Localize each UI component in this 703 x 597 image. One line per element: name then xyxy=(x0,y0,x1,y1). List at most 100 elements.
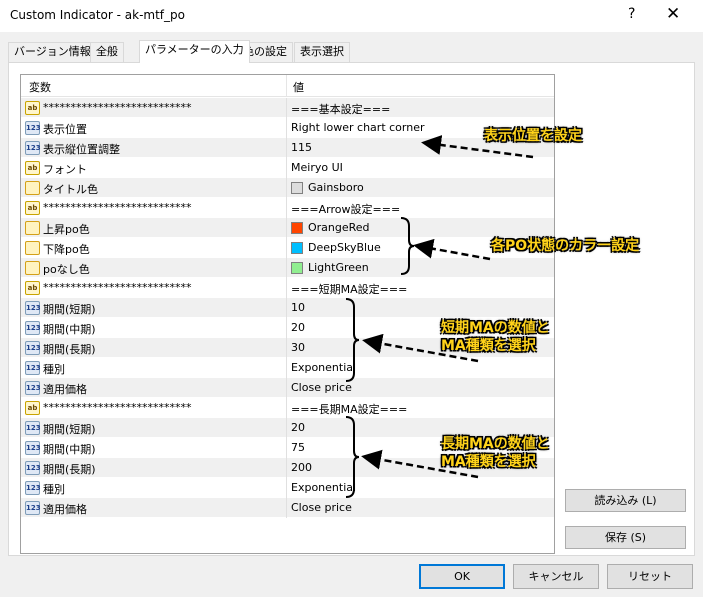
param-row[interactable]: ab *************************** ===基本設定=== xyxy=(21,98,554,118)
param-row[interactable]: 123 表示縦位置調整 115 xyxy=(21,138,554,158)
cell-divider xyxy=(286,238,287,258)
param-name: 期間(長期) xyxy=(43,463,96,476)
param-value[interactable]: ===短期MA設定=== xyxy=(291,281,407,297)
param-name: *************************** xyxy=(43,401,192,414)
number-type-icon: 123 xyxy=(25,121,41,135)
param-name: タイトル色 xyxy=(43,183,98,196)
param-row[interactable]: 123 種別 Exponential xyxy=(21,358,554,378)
column-variable: 変数 xyxy=(29,81,51,94)
column-value: 値 xyxy=(293,81,304,94)
param-value[interactable]: Close price xyxy=(291,381,352,394)
number-type-icon: 123 xyxy=(25,421,41,435)
cancel-button[interactable]: キャンセル xyxy=(513,564,599,589)
column-divider xyxy=(286,75,287,97)
annotation-position: 表示位置を設定 xyxy=(484,128,582,144)
cell-divider xyxy=(286,498,287,518)
cell-divider xyxy=(286,218,287,238)
param-row[interactable]: 123 適用価格 Close price xyxy=(21,498,554,518)
cell-divider xyxy=(286,378,287,398)
param-value[interactable]: Right lower chart corner xyxy=(291,121,425,134)
param-row[interactable]: 123 適用価格 Close price xyxy=(21,378,554,398)
string-type-icon: ab xyxy=(25,161,40,175)
tab-parameters[interactable]: パラメーターの入力 xyxy=(139,40,250,63)
param-value[interactable]: ===基本設定=== xyxy=(291,101,390,117)
param-name: 期間(中期) xyxy=(43,323,96,336)
tab-version[interactable]: バージョン情報 xyxy=(8,42,97,62)
ok-button[interactable]: OK xyxy=(419,564,505,589)
param-name: 表示縦位置調整 xyxy=(43,143,120,156)
cell-divider xyxy=(286,118,287,138)
param-value[interactable]: Gainsboro xyxy=(308,181,364,194)
color-swatch[interactable] xyxy=(291,262,303,274)
cell-divider xyxy=(286,458,287,478)
param-name: 期間(中期) xyxy=(43,443,96,456)
param-name: 適用価格 xyxy=(43,503,87,516)
param-value[interactable]: 20 xyxy=(291,321,305,334)
param-value[interactable]: OrangeRed xyxy=(308,221,370,234)
cell-divider xyxy=(286,138,287,158)
color-type-icon xyxy=(25,181,40,195)
param-name: poなし色 xyxy=(43,263,90,276)
color-swatch[interactable] xyxy=(291,182,303,194)
color-type-icon xyxy=(25,261,40,275)
save-button[interactable]: 保存 (S) xyxy=(565,526,686,549)
param-name: *************************** xyxy=(43,201,192,214)
grid-header: 変数 値 xyxy=(21,75,554,97)
param-row[interactable]: 123 種別 Exponential xyxy=(21,478,554,498)
param-row[interactable]: 123 期間(短期) 10 xyxy=(21,298,554,318)
param-row[interactable]: ab フォント Meiryo UI xyxy=(21,158,554,178)
tab-general[interactable]: 全般 xyxy=(90,42,124,62)
cell-divider xyxy=(286,338,287,358)
param-name: 上昇po色 xyxy=(43,223,90,236)
string-type-icon: ab xyxy=(25,201,40,215)
param-row[interactable]: 上昇po色 OrangeRed xyxy=(21,218,554,238)
string-type-icon: ab xyxy=(25,101,40,115)
param-value[interactable]: LightGreen xyxy=(308,261,369,274)
title-bar: Custom Indicator - ak-mtf_po ? ✕ xyxy=(0,0,703,32)
param-row[interactable]: 下降po色 DeepSkyBlue xyxy=(21,238,554,258)
load-button[interactable]: 読み込み (L) xyxy=(565,489,686,512)
param-name: 表示位置 xyxy=(43,123,87,136)
param-name: 下降po色 xyxy=(43,243,90,256)
param-value[interactable]: ===Arrow設定=== xyxy=(291,201,400,217)
param-value[interactable]: 20 xyxy=(291,421,305,434)
param-name: 期間(短期) xyxy=(43,303,96,316)
reset-button[interactable]: リセット xyxy=(607,564,693,589)
param-value[interactable]: 115 xyxy=(291,141,312,154)
number-type-icon: 123 xyxy=(25,381,41,395)
param-value[interactable]: Meiryo UI xyxy=(291,161,343,174)
param-value[interactable]: 30 xyxy=(291,341,305,354)
color-type-icon xyxy=(25,241,40,255)
param-row[interactable]: poなし色 LightGreen xyxy=(21,258,554,278)
param-row[interactable]: ab *************************** ===Arrow設定=… xyxy=(21,198,554,218)
close-button[interactable]: ✕ xyxy=(666,4,680,24)
cell-divider xyxy=(286,478,287,498)
number-type-icon: 123 xyxy=(25,481,41,495)
param-value[interactable]: 200 xyxy=(291,461,312,474)
param-value[interactable]: Exponential xyxy=(291,481,356,494)
param-row[interactable]: 123 表示位置 Right lower chart corner xyxy=(21,118,554,138)
color-swatch[interactable] xyxy=(291,222,303,234)
string-type-icon: ab xyxy=(25,401,40,415)
param-value[interactable]: ===長期MA設定=== xyxy=(291,401,407,417)
param-row[interactable]: ab *************************** ===長期MA設定==… xyxy=(21,398,554,418)
param-name: *************************** xyxy=(43,101,192,114)
tab-visualization[interactable]: 表示選択 xyxy=(294,42,350,62)
color-swatch[interactable] xyxy=(291,242,303,254)
string-type-icon: ab xyxy=(25,281,40,295)
param-row[interactable]: ab *************************** ===短期MA設定==… xyxy=(21,278,554,298)
help-button[interactable]: ? xyxy=(628,6,635,22)
cell-divider xyxy=(286,318,287,338)
param-row[interactable]: タイトル色 Gainsboro xyxy=(21,178,554,198)
cell-divider xyxy=(286,198,287,218)
param-name: フォント xyxy=(43,163,87,176)
param-value[interactable]: 10 xyxy=(291,301,305,314)
param-value[interactable]: DeepSkyBlue xyxy=(308,241,381,254)
param-value[interactable]: 75 xyxy=(291,441,305,454)
param-value[interactable]: Exponential xyxy=(291,361,356,374)
color-type-icon xyxy=(25,221,40,235)
param-value[interactable]: Close price xyxy=(291,501,352,514)
annotation-short-ma-line2: MA種類を選択 xyxy=(441,338,536,354)
cell-divider xyxy=(286,438,287,458)
number-type-icon: 123 xyxy=(25,461,41,475)
